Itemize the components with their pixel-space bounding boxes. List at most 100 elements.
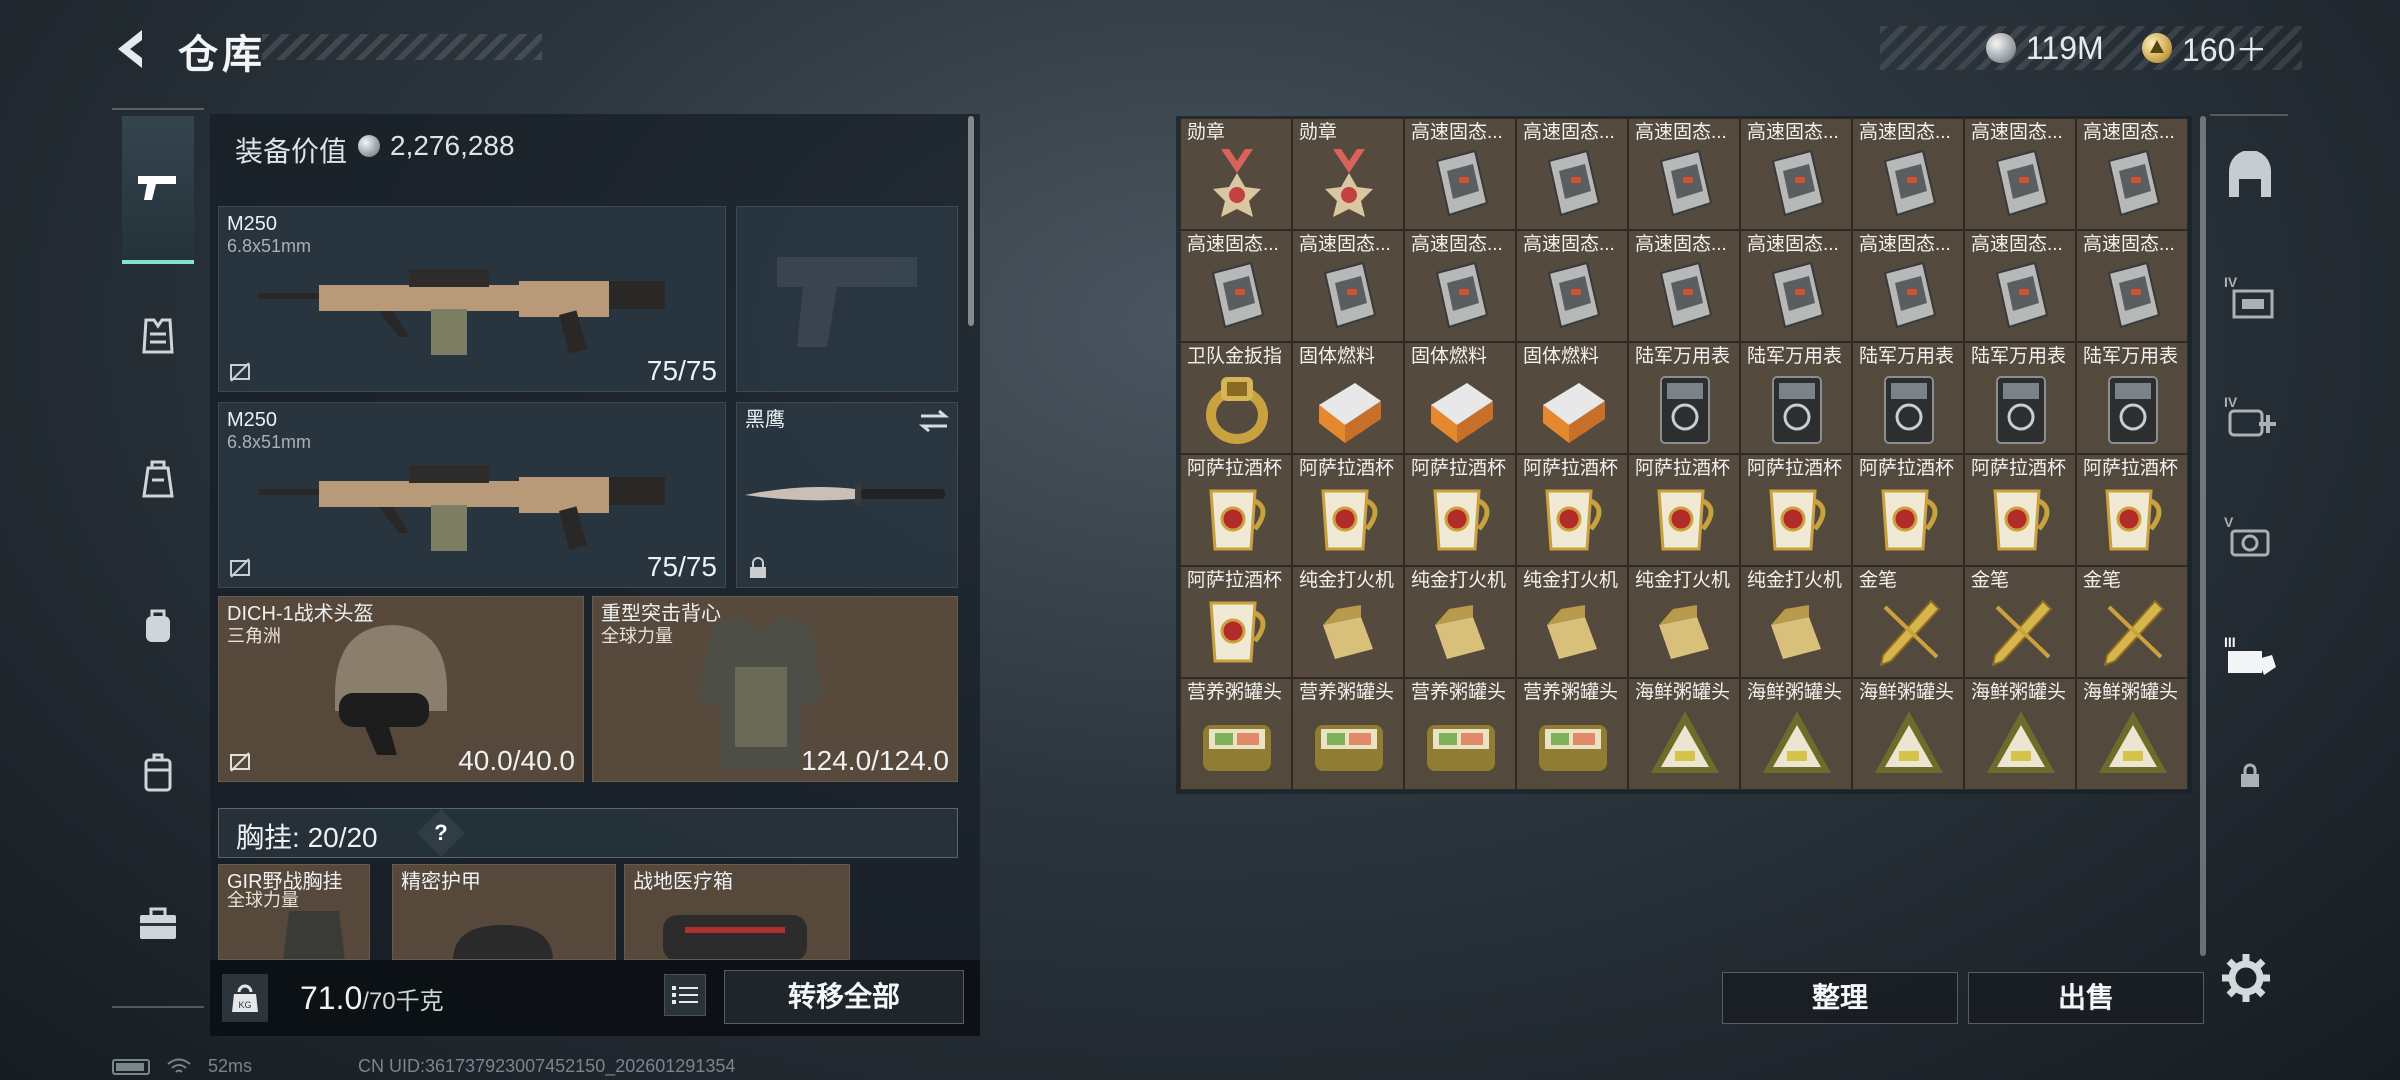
warehouse-item-tri[interactable]: 海鲜粥罐头 xyxy=(1628,678,1740,790)
item-label: 营养粥罐头 xyxy=(1187,682,1283,703)
can-icon xyxy=(1199,707,1275,783)
warehouse-item-ssd[interactable]: 高速固态... xyxy=(1964,118,2076,230)
warehouse-item-lighter[interactable]: 纯金打火机 xyxy=(1516,566,1628,678)
nav-safe-box[interactable] xyxy=(2220,146,2280,206)
warehouse-item-tri[interactable]: 海鲜粥罐头 xyxy=(1964,678,2076,790)
nav-locked[interactable] xyxy=(2220,746,2280,806)
warehouse-item-cup[interactable]: 阿萨拉酒杯 xyxy=(1292,454,1404,566)
warehouse-item-ssd[interactable]: 高速固态... xyxy=(1516,230,1628,342)
warehouse-item-ssd[interactable]: 高速固态... xyxy=(1628,230,1740,342)
warehouse-item-ssd[interactable]: 高速固态... xyxy=(1740,118,1852,230)
warehouse-item-cup[interactable]: 阿萨拉酒杯 xyxy=(1964,454,2076,566)
nav-chest-rig[interactable] xyxy=(122,444,194,516)
warehouse-item-tri[interactable]: 海鲜粥罐头 xyxy=(2076,678,2188,790)
cup-icon xyxy=(1423,483,1499,559)
silver-amount: 119M xyxy=(2026,29,2104,66)
settings-button[interactable] xyxy=(2218,950,2274,1006)
transfer-all-button[interactable]: 转移全部 xyxy=(724,970,964,1024)
weapon-name: M250 xyxy=(227,409,278,431)
warehouse-item-cup[interactable]: 阿萨拉酒杯 xyxy=(1180,454,1292,566)
warehouse-item-ssd[interactable]: 高速固态... xyxy=(1180,230,1292,342)
warehouse-item-meter[interactable]: 陆军万用表 xyxy=(1628,342,1740,454)
warehouse-item-cup[interactable]: 阿萨拉酒杯 xyxy=(1404,454,1516,566)
item-label: 金笔 xyxy=(2083,570,2122,591)
warehouse-item-cup[interactable]: 阿萨拉酒杯 xyxy=(1180,566,1292,678)
nav-tier4-medical[interactable]: IV xyxy=(2220,386,2280,446)
warehouse-item-pen[interactable]: 金笔 xyxy=(1964,566,2076,678)
warehouse-item-lighter[interactable]: 纯金打火机 xyxy=(1292,566,1404,678)
warehouse-item-ssd[interactable]: 高速固态... xyxy=(2076,118,2188,230)
item-label: 纯金打火机 xyxy=(1635,570,1731,591)
warehouse-item-lighter[interactable]: 纯金打火机 xyxy=(1404,566,1516,678)
sort-button[interactable]: 整理 xyxy=(1722,972,1958,1024)
item-label: 金笔 xyxy=(1971,570,2010,591)
back-button[interactable] xyxy=(108,26,154,72)
warehouse-item-pen[interactable]: 金笔 xyxy=(1852,566,1964,678)
warehouse-item-fuel[interactable]: 固体燃料 xyxy=(1404,342,1516,454)
warehouse-item-lighter[interactable]: 纯金打火机 xyxy=(1628,566,1740,678)
field-medkit-slot[interactable]: 战地医疗箱 xyxy=(624,864,850,960)
nav-armor[interactable] xyxy=(122,300,194,372)
gold-currency[interactable]: 160＋ xyxy=(2142,26,2267,70)
nav-container[interactable] xyxy=(122,736,194,808)
warehouse-item-ssd[interactable]: 高速固态... xyxy=(1628,118,1740,230)
melee-slot[interactable]: 黑鹰 xyxy=(736,402,958,588)
warehouse-item-medal[interactable]: 勋章 xyxy=(1292,118,1404,230)
warehouse-item-cup[interactable]: 阿萨拉酒杯 xyxy=(1516,454,1628,566)
item-label: 勋章 xyxy=(1299,122,1338,143)
nav-backpack[interactable] xyxy=(122,590,194,662)
warehouse-item-cup[interactable]: 阿萨拉酒杯 xyxy=(1852,454,1964,566)
warehouse-item-lighter[interactable]: 纯金打火机 xyxy=(1740,566,1852,678)
warehouse-item-ssd[interactable]: 高速固态... xyxy=(1740,230,1852,342)
warehouse-item-cup[interactable]: 阿萨拉酒杯 xyxy=(1628,454,1740,566)
warehouse-item-ssd[interactable]: 高速固态... xyxy=(1852,230,1964,342)
warehouse-scrollbar[interactable] xyxy=(2200,116,2206,956)
swap-icon[interactable] xyxy=(919,409,949,433)
nav-tier5[interactable]: V xyxy=(2220,506,2280,566)
warehouse-item-meter[interactable]: 陆军万用表 xyxy=(1852,342,1964,454)
helmet-slot[interactable]: DICH-1战术头盔 三角洲 40.0/40.0 xyxy=(218,596,584,782)
item-label: 海鲜粥罐头 xyxy=(2083,682,2179,703)
warehouse-item-medal[interactable]: 勋章 xyxy=(1180,118,1292,230)
warehouse-item-ssd[interactable]: 高速固态... xyxy=(1292,230,1404,342)
nav-toolbox[interactable] xyxy=(122,888,194,960)
warehouse-item-can[interactable]: 营养粥罐头 xyxy=(1404,678,1516,790)
warehouse-item-fuel[interactable]: 固体燃料 xyxy=(1292,342,1404,454)
sell-button[interactable]: 出售 xyxy=(1968,972,2204,1024)
warehouse-item-cup[interactable]: 阿萨拉酒杯 xyxy=(1740,454,1852,566)
nav-tier3[interactable]: III xyxy=(2220,626,2280,686)
weapons-tab-icon xyxy=(138,176,176,200)
warehouse-item-ssd[interactable]: 高速固态... xyxy=(2076,230,2188,342)
chest-rig-slot[interactable]: GIR野战胸挂 全球力量 xyxy=(218,864,370,960)
warehouse-item-tri[interactable]: 海鲜粥罐头 xyxy=(1852,678,1964,790)
warehouse-item-ssd[interactable]: 高速固态... xyxy=(1404,230,1516,342)
warehouse-item-can[interactable]: 营养粥罐头 xyxy=(1180,678,1292,790)
pistol-slot-empty[interactable] xyxy=(736,206,958,392)
item-label: 海鲜粥罐头 xyxy=(1859,682,1955,703)
warehouse-item-meter[interactable]: 陆军万用表 xyxy=(2076,342,2188,454)
precision-armor-slot[interactable]: 精密护甲 xyxy=(392,864,616,960)
medal-icon xyxy=(1311,147,1387,223)
nav-weapons[interactable] xyxy=(122,116,194,264)
warehouse-item-ssd[interactable]: 高速固态... xyxy=(1964,230,2076,342)
silver-currency[interactable]: 119M xyxy=(1986,26,2104,70)
nav-tier4-storage[interactable]: IV xyxy=(2220,266,2280,326)
armor-slot[interactable]: 重型突击背心 全球力量 124.0/124.0 xyxy=(592,596,958,782)
warehouse-item-ring[interactable]: 卫队金扳指 xyxy=(1180,342,1292,454)
loadout-scrollbar[interactable] xyxy=(968,116,974,326)
warehouse-item-can[interactable]: 营养粥罐头 xyxy=(1516,678,1628,790)
primary-weapon-slot-2[interactable]: M250 6.8x51mm 75/75 xyxy=(218,402,726,588)
warehouse-item-ssd[interactable]: 高速固态... xyxy=(1516,118,1628,230)
warehouse-item-meter[interactable]: 陆军万用表 xyxy=(1964,342,2076,454)
help-button[interactable]: ? xyxy=(424,816,458,850)
warehouse-item-can[interactable]: 营养粥罐头 xyxy=(1292,678,1404,790)
list-view-button[interactable] xyxy=(664,974,706,1016)
warehouse-item-pen[interactable]: 金笔 xyxy=(2076,566,2188,678)
warehouse-item-ssd[interactable]: 高速固态... xyxy=(1404,118,1516,230)
warehouse-item-meter[interactable]: 陆军万用表 xyxy=(1740,342,1852,454)
warehouse-item-fuel[interactable]: 固体燃料 xyxy=(1516,342,1628,454)
warehouse-item-cup[interactable]: 阿萨拉酒杯 xyxy=(2076,454,2188,566)
warehouse-item-ssd[interactable]: 高速固态... xyxy=(1852,118,1964,230)
warehouse-item-tri[interactable]: 海鲜粥罐头 xyxy=(1740,678,1852,790)
primary-weapon-slot-1[interactable]: M250 6.8x51mm 75/75 xyxy=(218,206,726,392)
